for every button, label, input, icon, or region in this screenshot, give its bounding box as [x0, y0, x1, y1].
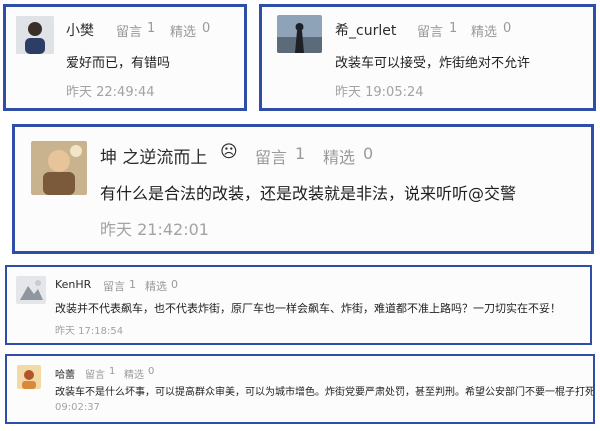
- replies-label: 留言: [103, 280, 125, 293]
- comment-card: 希_curlet 留言 1 精选 0 改装车可以接受，炸街绝对不允许 昨天 19…: [259, 4, 596, 111]
- featured-label: 精选: [471, 25, 498, 40]
- avatar[interactable]: [16, 276, 46, 304]
- avatar[interactable]: [31, 141, 87, 195]
- comment-author[interactable]: 坤 之逆流而上: [100, 143, 207, 168]
- comment-card: 坤 之逆流而上 ☹ 留言 1 精选 0 有什么是合法的改装，还是改装就是非法，说…: [12, 124, 594, 254]
- featured-label: 精选: [145, 280, 167, 293]
- comment-timestamp: 09:02:37: [55, 402, 100, 413]
- avatar[interactable]: [17, 365, 41, 389]
- comment-author[interactable]: 小樊: [66, 20, 94, 40]
- comment-author[interactable]: 哈蕾: [55, 366, 75, 381]
- replies-count: 1: [147, 21, 156, 36]
- featured-count: 0: [363, 144, 374, 163]
- featured-count: 0: [171, 278, 178, 291]
- comment-author[interactable]: KenHR: [55, 278, 91, 291]
- comment-timestamp: 昨天 22:49:44: [66, 85, 155, 100]
- comment-timestamp: 昨天 17:18:54: [55, 326, 124, 337]
- comment-card: 哈蕾 留言 1 精选 0 改装车不是什么坏事，可以提高群众审美，可以为城市增色。…: [5, 354, 595, 424]
- comment-text: 改装车可以接受，炸街绝对不允许: [335, 56, 531, 71]
- replies-count: 1: [295, 144, 306, 163]
- featured-label: 精选: [170, 25, 197, 40]
- featured-count: 0: [202, 21, 211, 36]
- comment-author[interactable]: 希_curlet: [335, 20, 396, 40]
- replies-count: 1: [449, 21, 458, 36]
- replies-count: 1: [129, 278, 136, 291]
- featured-count: 0: [503, 21, 512, 36]
- comment-text: 改装并不代表飙车，也不代表炸街，原厂车也一样会飙车、炸街，难道都不准上路吗？一刀…: [55, 302, 561, 315]
- avatar[interactable]: [16, 16, 54, 54]
- comment-text: 改装车不是什么坏事，可以提高群众审美，可以为城市增色。炸街党要严肃处罚，甚至判刑…: [55, 387, 595, 398]
- comment-card: KenHR 留言 1 精选 0 改装并不代表飙车，也不代表炸街，原厂车也一样会飙…: [5, 265, 592, 345]
- replies-label: 留言: [116, 25, 143, 40]
- comment-text: 爱好而已，有错吗: [66, 56, 171, 71]
- featured-count: 0: [148, 366, 155, 377]
- replies-label: 留言: [417, 25, 444, 40]
- comment-text: 有什么是合法的改装，还是改装就是非法，说来听听@交警: [100, 184, 517, 203]
- replies-label: 留言: [85, 370, 105, 381]
- featured-label: 精选: [124, 370, 144, 381]
- name-emoji-icon: ☹: [220, 142, 238, 162]
- replies-label: 留言: [255, 148, 288, 167]
- comment-timestamp: 昨天 21:42:01: [100, 220, 209, 239]
- comment-timestamp: 昨天 19:05:24: [335, 85, 424, 100]
- comment-card: 小樊 留言 1 精选 0 爱好而已，有错吗 昨天 22:49:44: [3, 4, 247, 111]
- avatar[interactable]: [277, 15, 322, 53]
- replies-count: 1: [109, 366, 116, 377]
- featured-label: 精选: [323, 148, 356, 167]
